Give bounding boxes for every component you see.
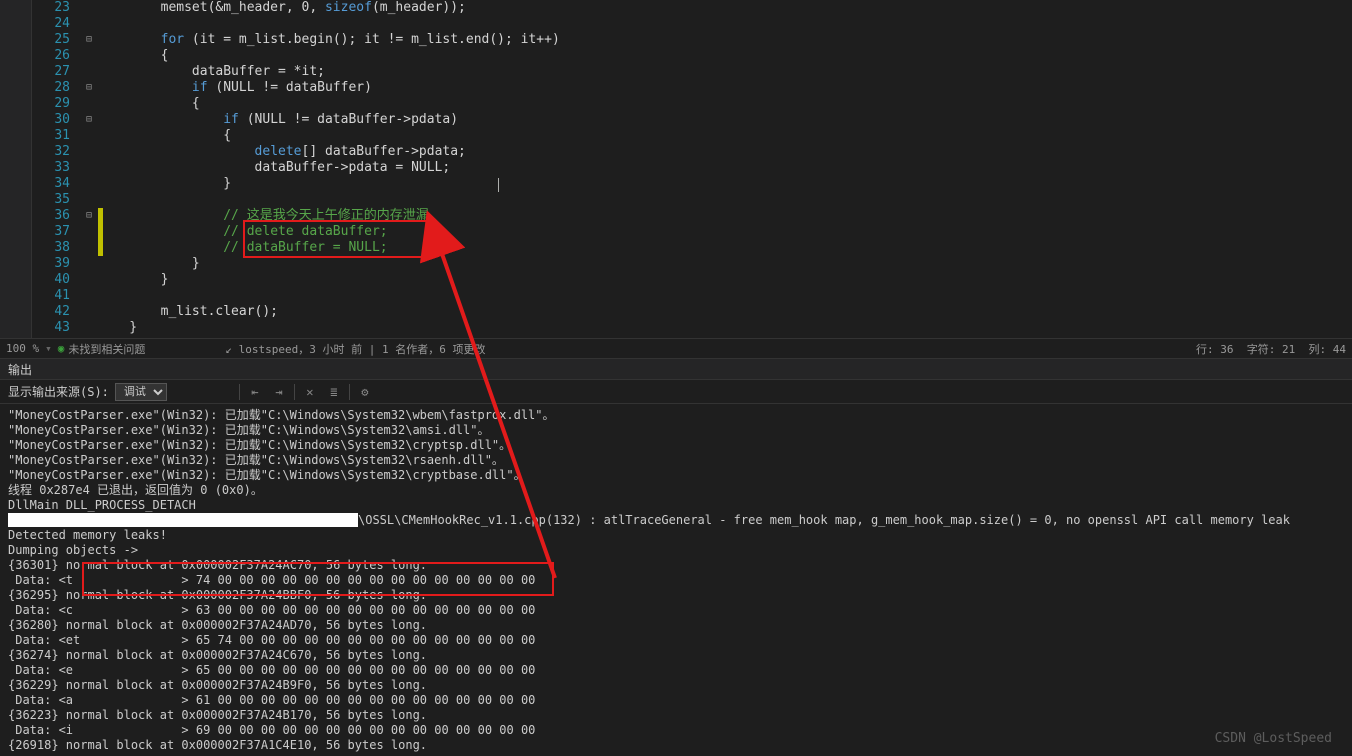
- output-panel-header[interactable]: 输出: [0, 358, 1352, 380]
- clear-icon[interactable]: ✕: [301, 383, 319, 401]
- code-line[interactable]: if (NULL != dataBuffer): [98, 80, 1352, 96]
- code-line[interactable]: // delete dataBuffer;: [98, 224, 1352, 240]
- breakpoint-gutter[interactable]: [0, 0, 32, 338]
- git-blame[interactable]: ↙ lostspeed，3 小时 前 | 1 名作者，6 项更改: [225, 341, 485, 357]
- next-icon[interactable]: ⇥: [270, 383, 288, 401]
- output-line: {36223} normal block at 0x000002F37A24B1…: [8, 708, 1344, 723]
- output-line: Data: <i > 69 00 00 00 00 00 00 00 00 00…: [8, 723, 1344, 738]
- output-line: {36229} normal block at 0x000002F37A24B9…: [8, 678, 1344, 693]
- output-line: Data: <a > 61 00 00 00 00 00 00 00 00 00…: [8, 693, 1344, 708]
- fold-gutter[interactable]: ⊟⊟⊟⊟: [80, 0, 98, 338]
- code-line[interactable]: }: [98, 176, 1352, 192]
- output-line: DllMain DLL_PROCESS_DETACH: [8, 498, 1344, 513]
- issues-status[interactable]: 未找到相关问题: [68, 341, 145, 357]
- output-line: "MoneyCostParser.exe"(Win32): 已加载"C:\Win…: [8, 438, 1344, 453]
- output-line: Data: <e > 65 00 00 00 00 00 00 00 00 00…: [8, 663, 1344, 678]
- output-source-label: 显示输出来源(S):: [8, 383, 109, 400]
- code-line[interactable]: }: [98, 272, 1352, 288]
- wrap-icon[interactable]: ≣: [325, 383, 343, 401]
- code-line[interactable]: {: [98, 128, 1352, 144]
- code-line[interactable]: {: [98, 96, 1352, 112]
- output-line: {26918} normal block at 0x000002F37A1C4E…: [8, 738, 1344, 753]
- output-line: Dumping objects ->: [8, 543, 1344, 558]
- check-icon: ◉: [58, 342, 65, 355]
- output-line: Data: <t > 74 00 00 00 00 00 00 00 00 00…: [8, 573, 1344, 588]
- code-line[interactable]: {: [98, 48, 1352, 64]
- output-line: "MoneyCostParser.exe"(Win32): 已加载"C:\Win…: [8, 468, 1344, 483]
- cursor-line: 行: 36: [1196, 341, 1234, 357]
- code-line[interactable]: m_list.clear();: [98, 304, 1352, 320]
- code-line[interactable]: [98, 192, 1352, 208]
- code-line[interactable]: if (NULL != dataBuffer->pdata): [98, 112, 1352, 128]
- output-line: "MoneyCostParser.exe"(Win32): 已加载"C:\Win…: [8, 453, 1344, 468]
- output-line: "MoneyCostParser.exe"(Win32): 已加载"C:\Win…: [8, 423, 1344, 438]
- code-line[interactable]: [98, 16, 1352, 32]
- output-line: {36295} normal block at 0x000002F37A24BB…: [8, 588, 1344, 603]
- code-line[interactable]: for (it = m_list.begin(); it != m_list.e…: [98, 32, 1352, 48]
- code-area[interactable]: memset(&m_header, 0, sizeof(m_header)); …: [98, 0, 1352, 338]
- code-line[interactable]: }: [98, 320, 1352, 336]
- settings-icon[interactable]: ⚙: [356, 383, 374, 401]
- cursor-char: 字符: 21: [1247, 341, 1296, 357]
- prev-icon[interactable]: ⇤: [246, 383, 264, 401]
- zoom-level[interactable]: 100 %: [6, 342, 39, 355]
- output-line: "MoneyCostParser.exe"(Win32): 已加载"C:\Win…: [8, 408, 1344, 423]
- code-line[interactable]: delete[] dataBuffer->pdata;: [98, 144, 1352, 160]
- output-source-select[interactable]: 调试: [115, 383, 167, 401]
- code-line[interactable]: dataBuffer = *it;: [98, 64, 1352, 80]
- output-line: Data: <c > 63 00 00 00 00 00 00 00 00 00…: [8, 603, 1344, 618]
- output-line: Data: <et > 65 74 00 00 00 00 00 00 00 0…: [8, 633, 1344, 648]
- output-line: \OSSL\CMemHookRec_v1.1.cpp(132) : atlTra…: [8, 513, 1344, 528]
- code-line[interactable]: [98, 288, 1352, 304]
- code-line[interactable]: dataBuffer->pdata = NULL;: [98, 160, 1352, 176]
- modified-indicator: [98, 208, 103, 256]
- text-cursor: [498, 178, 499, 192]
- watermark: CSDN @LostSpeed: [1215, 731, 1332, 746]
- code-line[interactable]: memset(&m_header, 0, sizeof(m_header));: [98, 0, 1352, 16]
- output-line: Detected memory leaks!: [8, 528, 1344, 543]
- code-line[interactable]: }: [98, 256, 1352, 272]
- code-line[interactable]: // dataBuffer = NULL;: [98, 240, 1352, 256]
- output-line: {36280} normal block at 0x000002F37A24AD…: [8, 618, 1344, 633]
- output-line: {36274} normal block at 0x000002F37A24C6…: [8, 648, 1344, 663]
- cursor-col: 列: 44: [1309, 341, 1347, 357]
- status-bar: 100 % ▾ ◉ 未找到相关问题 ↙ lostspeed，3 小时 前 | 1…: [0, 338, 1352, 358]
- line-numbers: 2324252627282930313233343536373839404142…: [32, 0, 80, 338]
- output-panel[interactable]: "MoneyCostParser.exe"(Win32): 已加载"C:\Win…: [0, 404, 1352, 756]
- output-toolbar: 显示输出来源(S): 调试 ⇤ ⇥ ✕ ≣ ⚙: [0, 380, 1352, 404]
- output-line: 线程 0x287e4 已退出，返回值为 0 (0x0)。: [8, 483, 1344, 498]
- code-line[interactable]: // 这是我今天上午修正的内存泄漏: [98, 208, 1352, 224]
- code-editor[interactable]: 2324252627282930313233343536373839404142…: [0, 0, 1352, 338]
- output-line: {36301} normal block at 0x000002F37A24AC…: [8, 558, 1344, 573]
